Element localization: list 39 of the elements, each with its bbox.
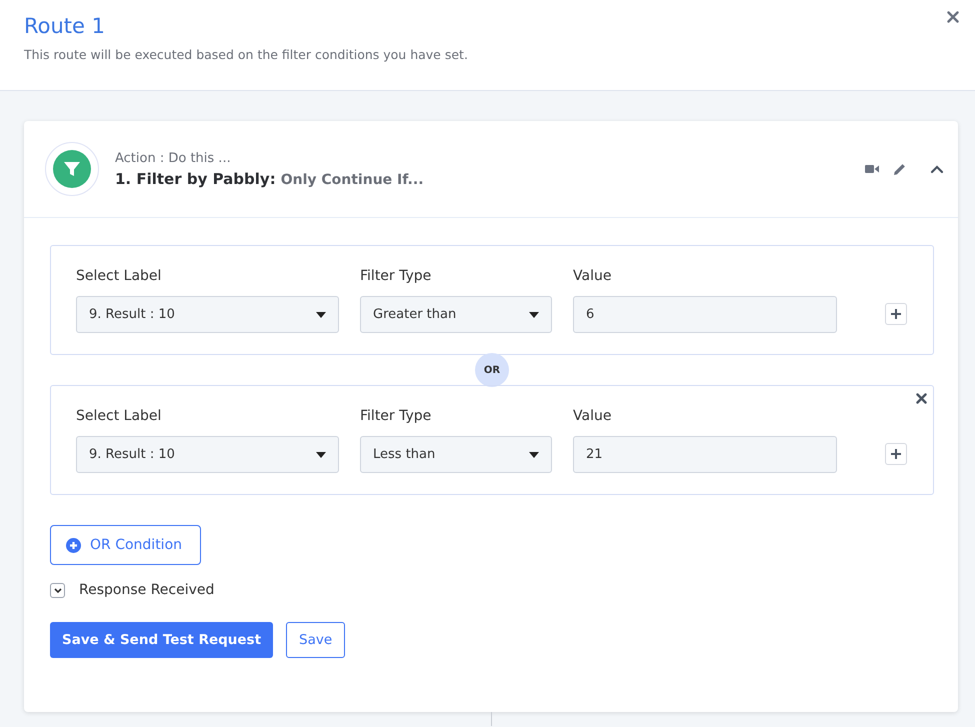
- dropdown[interactable]: Greater than: [360, 296, 552, 333]
- add-button[interactable]: [885, 443, 907, 465]
- caret-icon: [529, 452, 539, 458]
- caret-icon: [316, 312, 326, 318]
- chevron-up-icon[interactable]: [930, 162, 944, 176]
- close-icon[interactable]: [947, 11, 959, 23]
- input-field[interactable]: 6: [573, 296, 837, 333]
- dropdown[interactable]: 9. Result : 10: [76, 436, 339, 473]
- field-label: Value: [573, 408, 612, 424]
- caret-icon: [529, 312, 539, 318]
- plus-circle-icon: [66, 538, 81, 552]
- send-test-button[interactable]: Save & Send Test Request: [50, 622, 274, 658]
- field-label: Select Label: [76, 408, 162, 424]
- add-button[interactable]: [885, 303, 907, 325]
- field-label: Filter Type: [360, 408, 432, 424]
- dropdown[interactable]: 9. Result : 10: [76, 296, 339, 333]
- or-badge: OR: [475, 353, 509, 387]
- action-detail: Only Continue If...: [280, 172, 424, 188]
- funnel-icon: [53, 150, 91, 188]
- pencil-icon[interactable]: [893, 162, 906, 176]
- dropdown[interactable]: Less than: [360, 436, 552, 473]
- input-field[interactable]: 21: [573, 436, 837, 473]
- action-name: 1. Filter by Pabbly:: [115, 170, 276, 188]
- field-label: Value: [573, 268, 612, 284]
- expand-toggle[interactable]: [50, 582, 65, 598]
- chevron-icon: [54, 588, 62, 592]
- or-condition-button[interactable]: OR Condition: [50, 525, 201, 565]
- video-camera-icon[interactable]: [865, 164, 879, 174]
- remove-icon[interactable]: [916, 393, 927, 404]
- field-label: Select Label: [76, 268, 162, 284]
- save-button[interactable]: Save: [286, 622, 346, 658]
- action-caption: Action : Do this ...: [115, 150, 232, 166]
- caret-icon: [316, 452, 326, 458]
- field-label: Filter Type: [360, 268, 432, 284]
- response-label: Response Received: [79, 582, 214, 598]
- plus-icon: [891, 449, 901, 459]
- modal-subtitle: This route will be executed based on the filter conditions you have set.: [24, 47, 469, 62]
- plus-icon: [891, 309, 901, 319]
- modal-title: Route 1: [24, 13, 106, 39]
